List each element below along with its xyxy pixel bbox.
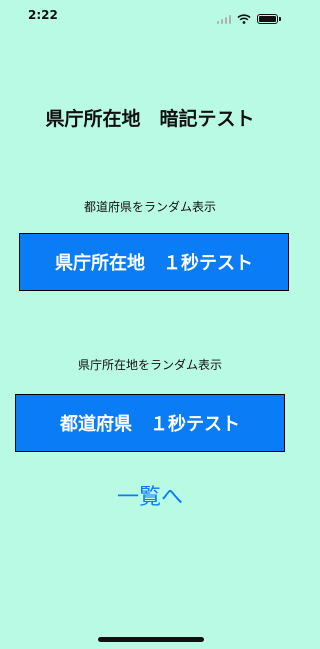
status-bar: 2:22 (0, 0, 300, 34)
page-title: 県庁所在地 暗記テスト (45, 108, 255, 130)
capital-random-caption: 県庁所在地をランダム表示 (77, 358, 222, 372)
prefecture-random-caption: 都道府県をランダム表示 (83, 200, 216, 214)
list-link[interactable]: 一覧へ (0, 479, 300, 511)
prefecture-one-second-test-button[interactable]: 都道府県 １秒テスト (15, 394, 285, 452)
battery-icon (257, 13, 281, 24)
signal-icon (216, 14, 231, 24)
status-time: 2:22 (28, 8, 58, 22)
wifi-icon (237, 9, 251, 28)
status-icons (216, 9, 281, 28)
capital-one-second-test-button[interactable]: 県庁所在地 １秒テスト (19, 233, 289, 291)
home-indicator[interactable] (98, 637, 204, 642)
